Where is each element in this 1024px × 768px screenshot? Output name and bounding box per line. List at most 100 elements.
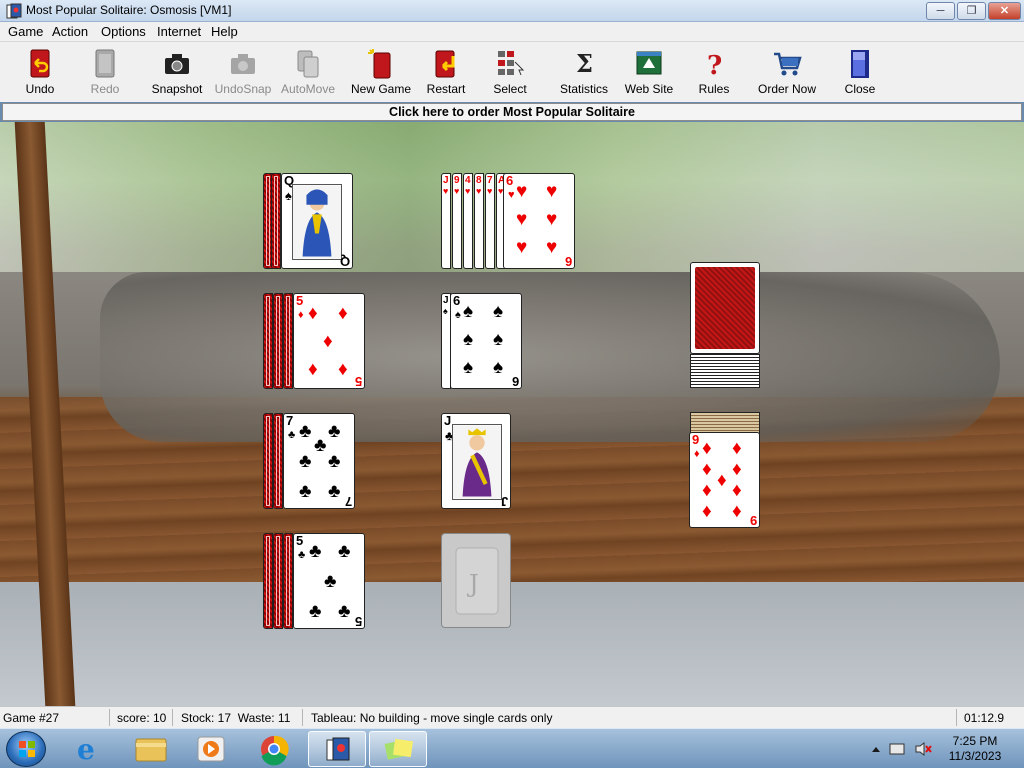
taskbar: e 7:25 PM 11/3/2023 [0,728,1024,768]
system-tray-icons [872,742,932,756]
restart-icon [435,50,455,78]
network-icon [889,743,905,755]
new-game-button[interactable]: New Game [346,46,416,98]
queen-face-art [292,184,342,260]
foundation-top-card[interactable]: 6 ♠ ♠ ♠ ♠ ♠ ♠ ♠ 6 [450,293,522,389]
card-back-stub [263,293,273,389]
select-icon [498,51,525,76]
order-now-button[interactable]: Order Now [752,46,822,98]
status-divider [302,709,303,726]
status-bar: Game #27 score: 10 Stock: 17 Waste: 11 T… [0,706,1024,728]
card-back-stub [271,173,281,269]
foundation-top-card[interactable]: 6 ♥ ♥ ♥ ♥ ♥ ♥ ♥ 6 [503,173,575,269]
foundation-stub-card: 8 ♥ [474,173,484,269]
stock-card-edges [690,354,760,388]
status-message: Tableau: No building - move single cards… [311,711,553,725]
window-title: Most Popular Solitaire: Osmosis [VM1] [26,3,232,17]
taskbar-sticky-notes[interactable] [369,731,427,767]
reserve-top-card[interactable]: 5 ♦ ♦ ♦ ♦ ♦ ♦ 5 [293,293,365,389]
start-button[interactable] [6,731,46,767]
toolbar: Undo Redo Snapshot UndoSnap AutoMove New… [0,42,1024,102]
status-divider [109,709,110,726]
redo-icon [95,49,115,78]
svg-text:?: ? [707,51,722,80]
question-icon: ? [707,51,722,80]
foundation-stub-card: J ♥ [441,173,451,269]
sigma-icon: Σ [576,49,593,78]
explorer-icon [135,738,167,762]
card-back-stub [283,293,293,389]
order-banner[interactable]: Click here to order Most Popular Solitai… [2,103,1022,121]
empty-slot-icon: J [455,547,499,615]
status-divider [956,709,957,726]
svg-text:e: e [77,733,95,766]
maximize-button[interactable]: ❐ [957,2,986,20]
media-player-icon [197,736,225,762]
volume-muted-icon [915,742,925,756]
clock-time: 7:25 PM [952,734,998,748]
waste-top-card[interactable]: 9 ♦ ♦ ♦ ♦ ♦ ♦ ♦ ♦ ♦ ♦ 9 [689,432,760,528]
reserve-top-card[interactable]: 5 ♣ ♣ ♣ ♣ ♣ ♣ 5 [293,533,365,629]
reserve-top-card[interactable]: Q ♠ Q [281,173,353,269]
automove-icon [297,50,319,78]
snapshot-button[interactable]: Snapshot [142,46,212,98]
close-button[interactable]: Close [825,46,895,98]
solitaire-icon [326,737,350,761]
statistics-button[interactable]: Σ Statistics [549,46,619,98]
card-back-stub [273,413,283,509]
solitaire-app-icon [6,3,22,19]
game-area: Q ♠ Q 5 ♦ ♦ ♦ ♦ ♦ ♦ 5 7 ♣ ♣ ♣ ♣ ♣ ♣ ♣ ♣ … [0,122,1024,706]
status-stock-waste: Stock: 17 Waste: 11 [181,711,291,725]
menu-game[interactable]: Game [8,24,43,39]
stock-card-back[interactable] [690,262,760,354]
jack-face-art [452,424,502,500]
website-button[interactable]: Web Site [614,46,684,98]
taskbar-solitaire[interactable] [308,731,366,767]
close-window-button[interactable]: ✕ [988,2,1021,20]
card-back-stub [273,293,283,389]
undosnap-button[interactable]: UndoSnap [208,46,278,98]
card-back-stub [273,533,283,629]
waste-card-edges [690,412,760,434]
tray-expand-icon [872,747,880,752]
status-timer: 01:12.9 [964,711,1005,725]
empty-foundation-slot[interactable]: J [441,533,511,628]
camera-undo-icon [231,54,255,74]
minimize-button[interactable]: ─ [926,2,955,20]
redo-button[interactable]: Redo [70,46,140,98]
taskbar-ie[interactable]: e [60,731,118,767]
sticky-notes-icon [384,738,414,760]
foundation-stub-card: 7 ♥ [485,173,495,269]
status-divider [172,709,173,726]
menu-bar: Game Action Options Internet Help [0,22,1024,42]
select-button[interactable]: Select [475,46,545,98]
undo-icon [30,49,50,78]
automove-button[interactable]: AutoMove [273,46,343,98]
undo-button[interactable]: Undo [5,46,75,98]
menu-action[interactable]: Action [52,24,88,39]
rules-button[interactable]: ? Rules [679,46,749,98]
background-cat [100,272,1000,442]
menu-internet[interactable]: Internet [157,24,201,39]
reserve-top-card[interactable]: 7 ♣ ♣ ♣ ♣ ♣ ♣ ♣ ♣ 7 [283,413,355,509]
tray-clock[interactable]: 7:25 PM 11/3/2023 [940,734,1010,764]
restart-button[interactable]: Restart [411,46,481,98]
windows-logo-icon [19,741,35,757]
status-score: score: 10 [117,711,167,725]
card-back-stub [263,413,273,509]
new-game-icon [368,49,391,79]
ie-icon: e [77,733,95,766]
cart-icon [774,52,802,76]
foundation-top-card[interactable]: J ♣ J [441,413,511,509]
title-bar: Most Popular Solitaire: Osmosis [VM1] ─ … [0,0,1024,22]
taskbar-media-player[interactable] [182,731,240,767]
menu-options[interactable]: Options [101,24,146,39]
foundation-stub-card: 4 ♥ [463,173,473,269]
website-icon [636,51,662,75]
menu-help[interactable]: Help [211,24,238,39]
taskbar-explorer[interactable] [122,731,180,767]
card-back-stub [283,533,293,629]
foundation-stub-card: 9 ♥ [452,173,462,269]
chrome-icon [261,735,289,766]
taskbar-chrome[interactable] [245,731,303,767]
